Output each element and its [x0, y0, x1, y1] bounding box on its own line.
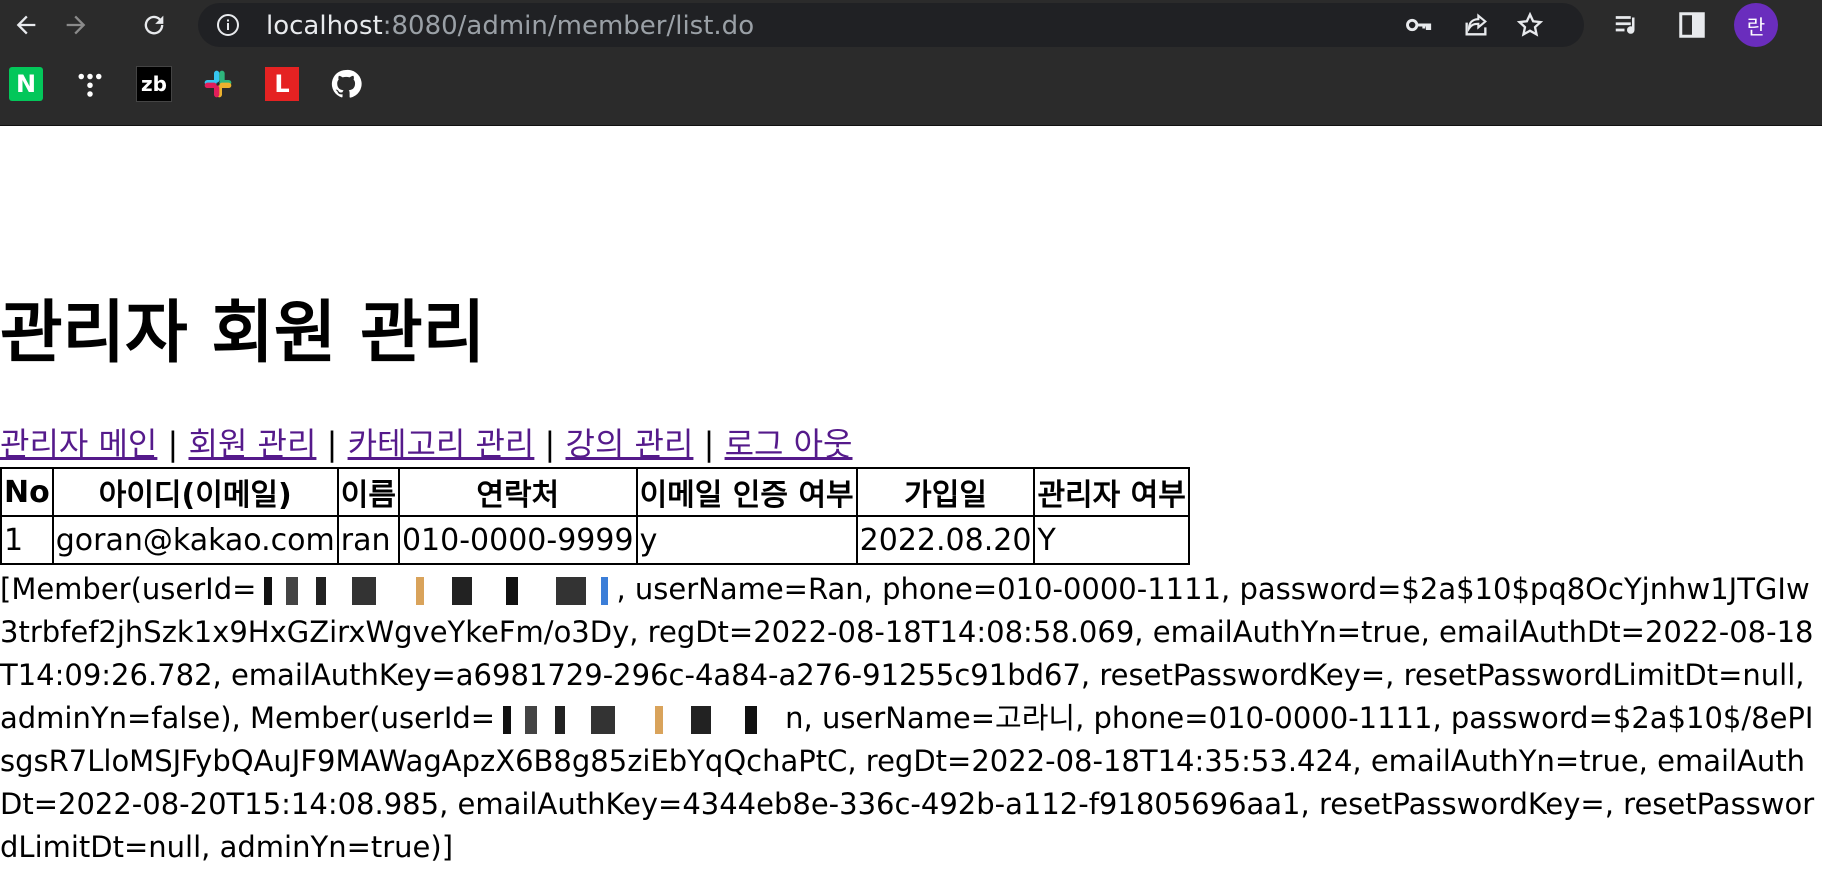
col-no: No [0, 467, 54, 517]
star-icon[interactable] [1516, 11, 1544, 39]
col-reg-date: 가입일 [855, 467, 1036, 517]
page-title: 관리자 회원 관리 [0, 294, 486, 373]
table-row: 1 goran@kakao.com ran 010-0000-9999 y 20… [0, 515, 1190, 565]
nav-separator: | [544, 425, 556, 463]
github-icon[interactable] [328, 66, 364, 102]
url-host: localhost [266, 11, 383, 41]
naver-icon-letter: N [9, 67, 43, 101]
reload-icon[interactable] [134, 5, 174, 45]
link-logout[interactable]: 로그 아웃 [725, 425, 853, 463]
key-icon[interactable] [1404, 11, 1432, 39]
link-member-management[interactable]: 회원 관리 [189, 425, 317, 463]
col-admin: 관리자 여부 [1033, 467, 1190, 517]
member-table: No 아이디(이메일) 이름 연락처 이메일 인증 여부 가입일 관리자 여부 … [0, 467, 1190, 565]
side-panel-icon[interactable] [1675, 8, 1709, 42]
admin-nav: 관리자 메인 | 회원 관리 | 카테고리 관리 | 강의 관리 | 로그 아웃 [0, 422, 853, 466]
dots-icon[interactable] [72, 66, 108, 102]
slack-icon[interactable] [200, 66, 236, 102]
l-icon[interactable]: L [264, 66, 300, 102]
member-list-dump: [Member(userId=, userName=Ran, phone=010… [0, 568, 1822, 869]
redacted-user-id-2 [495, 706, 786, 734]
col-email-auth: 이메일 인증 여부 [635, 467, 858, 517]
zb-icon-text: zb [136, 66, 172, 102]
col-phone: 연락처 [397, 467, 638, 517]
redacted-user-id-1 [256, 577, 617, 605]
nav-separator: | [326, 425, 338, 463]
browser-toolbar: localhost:8080/admin/member/list.do 란 [0, 0, 1822, 50]
share-icon[interactable] [1462, 11, 1490, 39]
col-user-id: 아이디(이메일) [51, 467, 339, 517]
bookmarks-bar: N zb L [0, 50, 1822, 126]
profile-avatar[interactable]: 란 [1734, 3, 1778, 47]
naver-icon[interactable]: N [8, 66, 44, 102]
back-arrow-icon[interactable] [6, 5, 46, 45]
site-info-icon[interactable] [216, 13, 240, 37]
cell-admin: Y [1033, 515, 1190, 565]
cell-name: ran [336, 515, 400, 565]
address-bar[interactable]: localhost:8080/admin/member/list.do [198, 3, 1584, 47]
reading-list-icon[interactable] [1610, 8, 1644, 42]
link-category-management[interactable]: 카테고리 관리 [348, 425, 535, 463]
nav-separator: | [703, 425, 715, 463]
url-path: :8080/admin/member/list.do [382, 11, 755, 41]
browser-chrome: localhost:8080/admin/member/list.do 란 N [0, 0, 1822, 126]
zb-icon[interactable]: zb [136, 66, 172, 102]
cell-user-id: goran@kakao.com [51, 515, 339, 565]
dump-text-1: [Member(userId= [0, 572, 257, 606]
url-text[interactable]: localhost:8080/admin/member/list.do [266, 13, 754, 39]
cell-email-auth: y [635, 515, 858, 565]
cell-reg-date: 2022.08.20 [855, 515, 1036, 565]
cell-phone: 010-0000-9999 [397, 515, 638, 565]
nav-separator: | [167, 425, 179, 463]
cell-no: 1 [0, 515, 54, 565]
link-admin-main[interactable]: 관리자 메인 [0, 425, 157, 463]
link-course-management[interactable]: 강의 관리 [566, 425, 694, 463]
col-name: 이름 [336, 467, 400, 517]
l-icon-letter: L [265, 67, 299, 101]
table-header-row: No 아이디(이메일) 이름 연락처 이메일 인증 여부 가입일 관리자 여부 [0, 467, 1190, 517]
forward-arrow-icon[interactable] [56, 5, 96, 45]
